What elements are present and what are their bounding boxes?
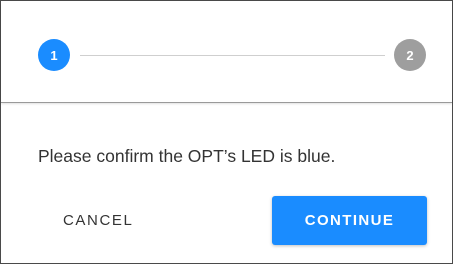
cancel-button[interactable]: CANCEL xyxy=(49,197,159,243)
step-1-indicator: 1 xyxy=(38,39,70,71)
confirmation-message: Please confirm the OPT’s LED is blue. xyxy=(38,146,336,166)
stepper-header: 1 2 xyxy=(1,1,452,103)
confirm-dialog: 1 2 Please confirm the OPT’s LED is blue… xyxy=(0,0,453,264)
continue-button[interactable]: CONTINUE xyxy=(272,196,427,245)
step-2-indicator: 2 xyxy=(394,39,426,71)
step-connector-line xyxy=(80,55,385,56)
